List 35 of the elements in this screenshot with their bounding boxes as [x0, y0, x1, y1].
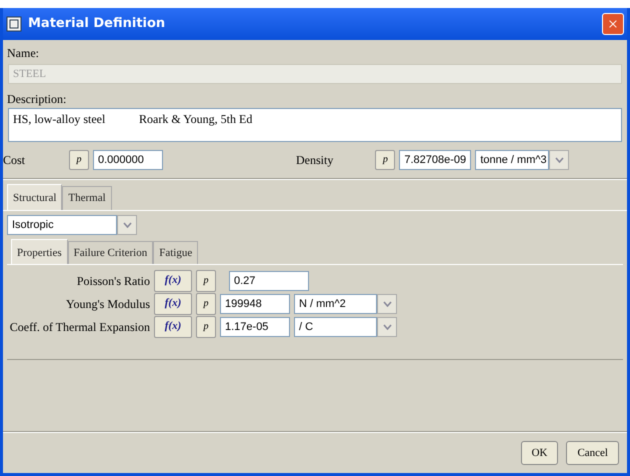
dropdown-field[interactable]: N / mm^2: [294, 294, 377, 314]
property-label: Poisson's Ratio: [76, 272, 150, 290]
density-label: Density: [296, 152, 334, 169]
dropdown-field[interactable]: Isotropic: [7, 214, 117, 234]
density-field[interactable]: 7.82708e-09: [399, 150, 472, 170]
p-button[interactable]: p: [375, 150, 396, 170]
ok-button[interactable]: OK: [520, 441, 558, 465]
window-title: Material Definition: [28, 15, 166, 34]
cost-field[interactable]: 0.000000: [93, 150, 163, 170]
tab[interactable]: Properties: [11, 238, 68, 264]
tab[interactable]: Thermal: [62, 186, 112, 210]
tab[interactable]: Structural: [7, 184, 62, 210]
close-button[interactable]: ×: [602, 13, 624, 35]
p-button[interactable]: p: [196, 270, 216, 292]
description-field[interactable]: HS, low-alloy steel Roark & Young, 5th Ed: [8, 108, 622, 142]
property-label: Coeff. of Thermal Expansion: [8, 318, 150, 336]
dropdown-field[interactable]: / C: [294, 316, 377, 336]
function-button[interactable]: f(x): [154, 292, 192, 314]
value-field[interactable]: 1.17e-05: [220, 316, 290, 336]
cancel-button[interactable]: Cancel: [566, 441, 619, 465]
p-button[interactable]: p: [69, 150, 89, 170]
dropdown-field[interactable]: tonne / mm^3: [475, 150, 550, 170]
function-button[interactable]: f(x): [154, 316, 192, 338]
p-button[interactable]: p: [196, 316, 216, 338]
window-icon: [6, 16, 22, 32]
function-button[interactable]: f(x): [154, 270, 192, 292]
tab[interactable]: Failure Criterion: [68, 240, 154, 264]
p-button[interactable]: p: [196, 292, 216, 314]
value-field[interactable]: 199948: [220, 294, 290, 314]
property-label: Young's Modulus: [65, 296, 150, 312]
cost-label: Cost: [3, 152, 26, 169]
value-field[interactable]: 0.27: [229, 270, 309, 290]
description-label: Description:: [7, 91, 68, 108]
tab[interactable]: Fatigue: [153, 240, 198, 264]
name-label: Name:: [7, 45, 40, 62]
